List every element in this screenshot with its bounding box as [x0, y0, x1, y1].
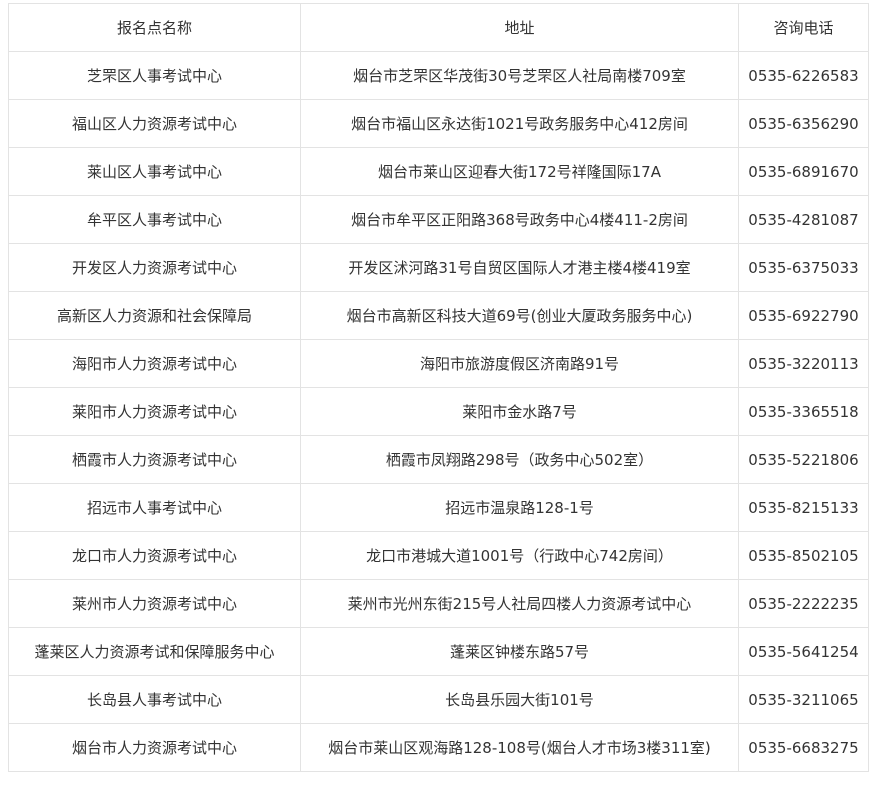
- cell-name: 栖霞市人力资源考试中心: [8, 435, 301, 484]
- table-row: 开发区人力资源考试中心 开发区沭河路31号自贸区国际人才港主楼4楼419室 05…: [8, 243, 869, 292]
- table-row: 招远市人事考试中心 招远市温泉路128-1号 0535-8215133: [8, 483, 869, 532]
- cell-address: 烟台市高新区科技大道69号(创业大厦政务服务中心): [300, 291, 739, 340]
- cell-phone: 0535-8502105: [738, 531, 869, 580]
- cell-phone: 0535-6356290: [738, 99, 869, 148]
- cell-name: 招远市人事考试中心: [8, 483, 301, 532]
- cell-address: 烟台市莱山区迎春大街172号祥隆国际17A: [300, 147, 739, 196]
- cell-name: 蓬莱区人力资源考试和保障服务中心: [8, 627, 301, 676]
- cell-address: 蓬莱区钟楼东路57号: [300, 627, 739, 676]
- cell-phone: 0535-5641254: [738, 627, 869, 676]
- cell-name: 牟平区人事考试中心: [8, 195, 301, 244]
- table-row: 福山区人力资源考试中心 烟台市福山区永达街1021号政务服务中心412房间 05…: [8, 99, 869, 148]
- cell-name: 莱山区人事考试中心: [8, 147, 301, 196]
- cell-address: 莱阳市金水路7号: [300, 387, 739, 436]
- cell-address: 烟台市芝罘区华茂街30号芝罘区人社局南楼709室: [300, 51, 739, 100]
- cell-address: 招远市温泉路128-1号: [300, 483, 739, 532]
- page: 报名点名称 地址 咨询电话 芝罘区人事考试中心 烟台市芝罘区华茂街30号芝罘区人…: [0, 0, 873, 793]
- cell-phone: 0535-3211065: [738, 675, 869, 724]
- cell-address: 海阳市旅游度假区济南路91号: [300, 339, 739, 388]
- table-row: 莱阳市人力资源考试中心 莱阳市金水路7号 0535-3365518: [8, 387, 869, 436]
- table-header: 报名点名称 地址 咨询电话: [8, 3, 869, 52]
- cell-phone: 0535-6375033: [738, 243, 869, 292]
- cell-phone: 0535-4281087: [738, 195, 869, 244]
- cell-phone: 0535-5221806: [738, 435, 869, 484]
- cell-name: 福山区人力资源考试中心: [8, 99, 301, 148]
- cell-phone: 0535-6922790: [738, 291, 869, 340]
- table-row: 高新区人力资源和社会保障局 烟台市高新区科技大道69号(创业大厦政务服务中心) …: [8, 291, 869, 340]
- cell-address: 莱州市光州东街215号人社局四楼人力资源考试中心: [300, 579, 739, 628]
- cell-name: 长岛县人事考试中心: [8, 675, 301, 724]
- cell-phone: 0535-6226583: [738, 51, 869, 100]
- cell-phone: 0535-2222235: [738, 579, 869, 628]
- cell-name: 莱州市人力资源考试中心: [8, 579, 301, 628]
- cell-name: 海阳市人力资源考试中心: [8, 339, 301, 388]
- cell-address: 栖霞市凤翔路298号（政务中心502室）: [300, 435, 739, 484]
- cell-address: 烟台市牟平区正阳路368号政务中心4楼411-2房间: [300, 195, 739, 244]
- cell-name: 烟台市人力资源考试中心: [8, 723, 301, 772]
- cell-address: 烟台市福山区永达街1021号政务服务中心412房间: [300, 99, 739, 148]
- table-row: 海阳市人力资源考试中心 海阳市旅游度假区济南路91号 0535-3220113: [8, 339, 869, 388]
- header-phone: 咨询电话: [738, 3, 869, 52]
- table-row: 栖霞市人力资源考试中心 栖霞市凤翔路298号（政务中心502室） 0535-52…: [8, 435, 869, 484]
- cell-phone: 0535-6891670: [738, 147, 869, 196]
- cell-name: 龙口市人力资源考试中心: [8, 531, 301, 580]
- cell-name: 开发区人力资源考试中心: [8, 243, 301, 292]
- table-row: 烟台市人力资源考试中心 烟台市莱山区观海路128-108号(烟台人才市场3楼31…: [8, 723, 869, 772]
- cell-phone: 0535-3220113: [738, 339, 869, 388]
- cell-phone: 0535-3365518: [738, 387, 869, 436]
- table-row: 长岛县人事考试中心 长岛县乐园大街101号 0535-3211065: [8, 675, 869, 724]
- table-row: 芝罘区人事考试中心 烟台市芝罘区华茂街30号芝罘区人社局南楼709室 0535-…: [8, 51, 869, 100]
- table-row: 莱山区人事考试中心 烟台市莱山区迎春大街172号祥隆国际17A 0535-689…: [8, 147, 869, 196]
- cell-address: 龙口市港城大道1001号（行政中心742房间）: [300, 531, 739, 580]
- cell-phone: 0535-8215133: [738, 483, 869, 532]
- header-name: 报名点名称: [8, 3, 301, 52]
- table-body: 芝罘区人事考试中心 烟台市芝罘区华茂街30号芝罘区人社局南楼709室 0535-…: [8, 51, 869, 772]
- header-address: 地址: [300, 3, 739, 52]
- table-row: 牟平区人事考试中心 烟台市牟平区正阳路368号政务中心4楼411-2房间 053…: [8, 195, 869, 244]
- cell-address: 开发区沭河路31号自贸区国际人才港主楼4楼419室: [300, 243, 739, 292]
- header-row: 报名点名称 地址 咨询电话: [8, 3, 869, 52]
- cell-name: 芝罘区人事考试中心: [8, 51, 301, 100]
- table-row: 蓬莱区人力资源考试和保障服务中心 蓬莱区钟楼东路57号 0535-5641254: [8, 627, 869, 676]
- registration-points-table: 报名点名称 地址 咨询电话 芝罘区人事考试中心 烟台市芝罘区华茂街30号芝罘区人…: [8, 3, 869, 772]
- cell-name: 高新区人力资源和社会保障局: [8, 291, 301, 340]
- table-row: 龙口市人力资源考试中心 龙口市港城大道1001号（行政中心742房间） 0535…: [8, 531, 869, 580]
- table-row: 莱州市人力资源考试中心 莱州市光州东街215号人社局四楼人力资源考试中心 053…: [8, 579, 869, 628]
- cell-address: 烟台市莱山区观海路128-108号(烟台人才市场3楼311室): [300, 723, 739, 772]
- cell-name: 莱阳市人力资源考试中心: [8, 387, 301, 436]
- cell-phone: 0535-6683275: [738, 723, 869, 772]
- cell-address: 长岛县乐园大街101号: [300, 675, 739, 724]
